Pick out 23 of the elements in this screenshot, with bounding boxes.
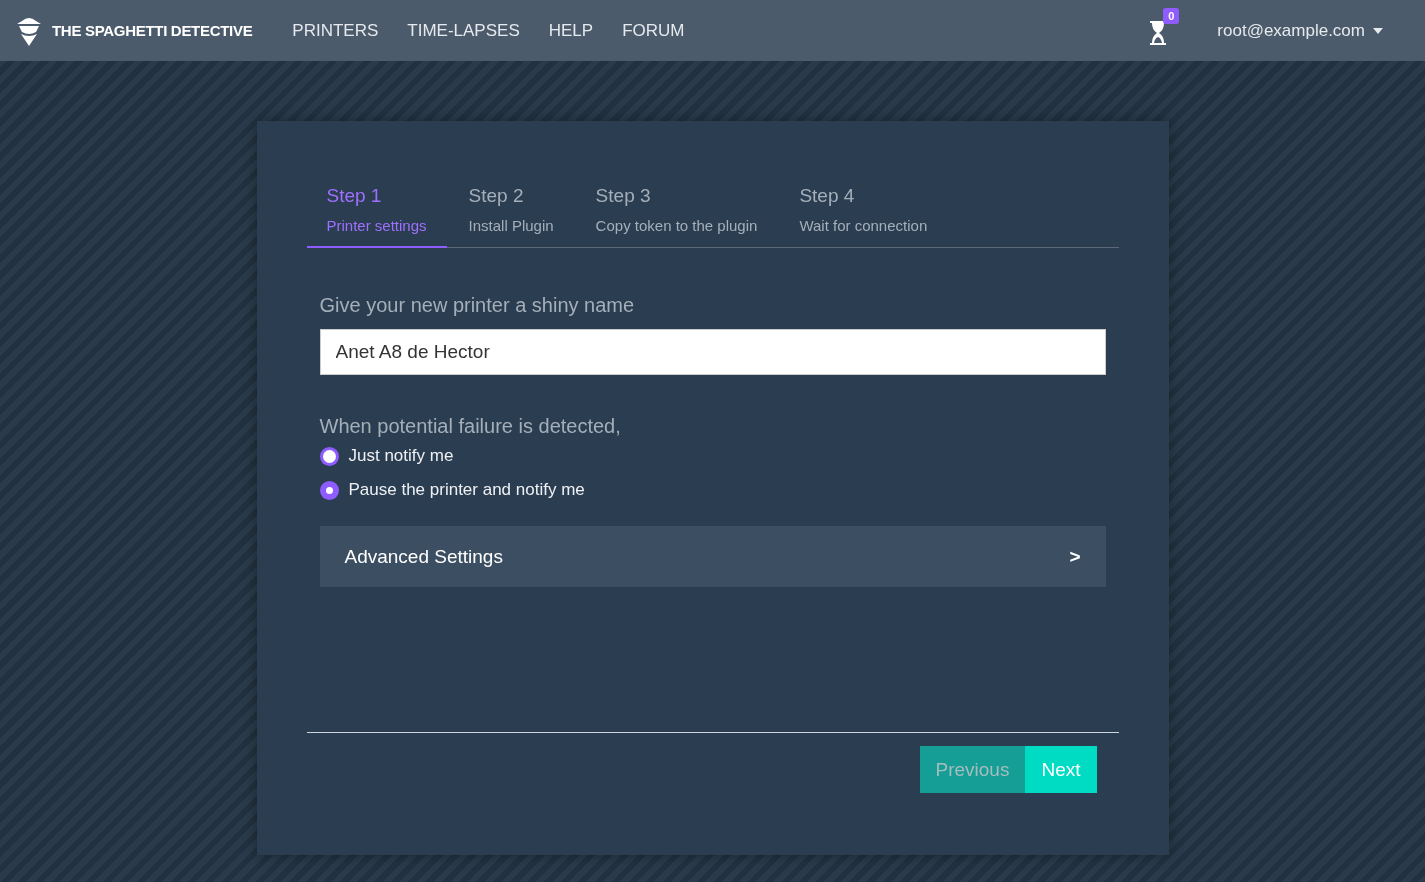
user-menu[interactable]: root@example.com [1217, 20, 1383, 41]
advanced-settings-toggle[interactable]: Advanced Settings > [319, 526, 1106, 587]
chevron-text: > [1069, 545, 1081, 568]
radio-label[interactable]: Pause the printer and notify me [348, 480, 585, 500]
radio-button[interactable] [319, 480, 339, 500]
brand-name[interactable]: THE SPAGHETTI DETECTIVE [52, 22, 253, 39]
notification-count: 0 [1163, 7, 1180, 24]
nav-link[interactable]: HELP [548, 20, 594, 41]
step-tab[interactable]: Step 1 Printer settings [306, 179, 447, 248]
field-label: When potential failure is detected, [319, 415, 622, 438]
printer-name-field[interactable]: Anet A8 de Hector [319, 329, 1106, 375]
advanced-settings-label: Advanced Settings [344, 545, 503, 568]
radio-label[interactable]: Just notify me [348, 446, 454, 466]
hourglass-icon[interactable] [1149, 19, 1168, 46]
field-label: Give your new printer a shiny name [319, 294, 636, 317]
nav-link[interactable]: TIME-LAPSES [407, 20, 520, 41]
caret-icon [1373, 27, 1383, 34]
radio-button[interactable] [319, 446, 339, 466]
step-tab[interactable]: Step 2 Install Plugin [448, 179, 574, 248]
step-tab[interactable]: Step 3 Copy token to the plugin [575, 179, 778, 248]
step-tab[interactable]: Step 4 Wait for connection [779, 179, 948, 248]
nav-link[interactable]: PRINTERS [292, 20, 379, 41]
nav-link[interactable]: FORUM [622, 20, 685, 41]
